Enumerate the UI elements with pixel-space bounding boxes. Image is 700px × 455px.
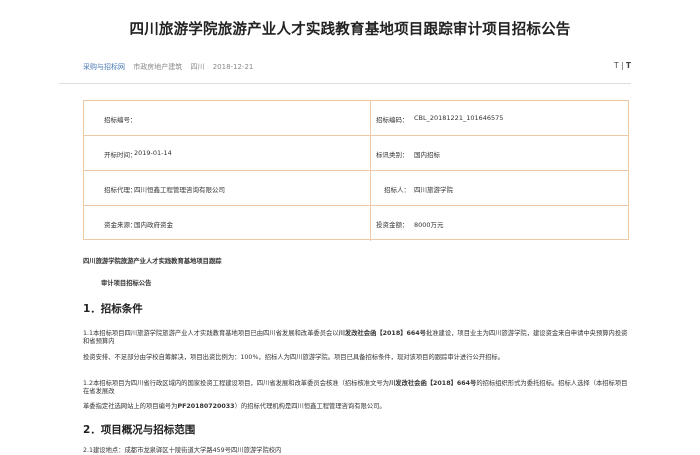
region-label: 四川	[190, 63, 205, 71]
info-row: 招标编号： 招标编码： CBL_20181221_101646575	[84, 101, 628, 136]
text-run: 委托招标	[526, 380, 552, 387]
text-run: 1.2本招标项目为四川省行政区域内的国家投资工程建设项目，四川省发展和改革委员会…	[83, 380, 389, 387]
code-value: CBL_20181221_101646575	[414, 114, 504, 122]
open-time-value: 2019-01-14	[134, 149, 172, 157]
text-run: 川发改社会函【2018】664号	[388, 380, 477, 387]
fund-value: 国内政府资金	[134, 221, 173, 229]
code-label: 招标编码：	[376, 116, 409, 124]
text-run: 四川旅游学院	[488, 330, 527, 337]
text-run: 批准建设，项目业主为	[425, 330, 489, 337]
project-name-line: 四川旅游学院旅游产业人才实践教育基地项目跟踪	[83, 258, 222, 265]
cell-divider	[370, 136, 371, 170]
text-run: 川发改社会函【2018】664号	[338, 330, 426, 337]
info-row: 招标代理： 四川恒鑫工程管理咨询有限公司 招标人： 四川旅游学院	[84, 171, 628, 206]
date-label: 2018-12-21	[212, 63, 254, 71]
text-run: PF20180720033	[177, 403, 235, 410]
source-link[interactable]: 采购与招标网	[83, 63, 125, 71]
font-small-button[interactable]: T	[614, 61, 619, 70]
invest-value: 8000万元	[414, 221, 444, 229]
page-title: 四川旅游学院旅游产业人才实践教育基地项目跟踪审计项目招标公告	[129, 22, 571, 38]
text-run: 革委指定社选网站上的项目编号为	[83, 403, 178, 410]
bid-no-label: 招标编号：	[104, 116, 137, 124]
font-size-switch: T | T	[614, 61, 631, 70]
info-table: 招标编号： 招标编码： CBL_20181221_101646575 开标时间：…	[83, 100, 629, 241]
fund-label: 资金来源：	[104, 221, 137, 229]
text-run: 的招标组织形式为	[476, 380, 527, 387]
agent-value: 四川恒鑫工程管理咨询有限公司	[134, 186, 225, 194]
cell-divider	[370, 206, 371, 241]
text-run: 1.1本招标项目四川旅游学院旅游产业人才实践教育基地项目已由四川省发展和改革委员…	[83, 330, 339, 337]
paragraph-line: 革委指定社选网站上的项目编号为PF20180720033）的招标代理机构是四川恒…	[83, 403, 629, 411]
tenderee-label: 招标人：	[384, 186, 410, 194]
open-time-label: 开标时间：	[104, 151, 137, 159]
meta-bar: 采购与招标网 市政房地产建筑 四川 2018-12-21	[83, 62, 259, 72]
category-label: 市政房地产建筑	[133, 63, 183, 71]
font-big-button[interactable]: T	[626, 61, 631, 70]
paragraph: 1.1本招标项目四川旅游学院旅游产业人才实践教育基地项目已由四川省发展和改革委员…	[83, 330, 629, 346]
text-run: ）的招标代理机构是四川恒鑫工程管理咨询有限公司。	[234, 403, 386, 410]
invest-label: 投资金额：	[376, 221, 409, 229]
paragraph-line: 投资安排、不足部分由学校自筹解决，项目出资比例为：100%，招标人为四川旅游学院…	[83, 354, 505, 361]
tenderee-value: 四川旅游学院	[414, 186, 453, 194]
type-value: 国内招标	[414, 151, 440, 159]
info-row: 开标时间： 2019-01-14 标讯类别： 国内招标	[84, 136, 628, 171]
header-divider	[59, 83, 631, 84]
section-heading-1: 1．招标条件	[83, 303, 143, 315]
section-heading-2: 2．项目概况与招标范围	[83, 424, 196, 436]
project-name-line: 审计项目招标公告	[101, 280, 152, 287]
info-row: 资金来源： 国内政府资金 投资金额： 8000万元	[84, 206, 628, 241]
paragraph: 1.2本招标项目为四川省行政区域内的国家投资工程建设项目，四川省发展和改革委员会…	[83, 380, 629, 396]
font-separator: |	[620, 61, 624, 70]
page: 四川旅游学院旅游产业人才实践教育基地项目跟踪审计项目招标公告 采购与招标网 市政…	[0, 0, 700, 454]
cell-divider	[370, 171, 371, 205]
agent-label: 招标代理：	[104, 186, 137, 194]
type-label: 标讯类别：	[376, 151, 409, 159]
cell-divider	[370, 101, 371, 135]
